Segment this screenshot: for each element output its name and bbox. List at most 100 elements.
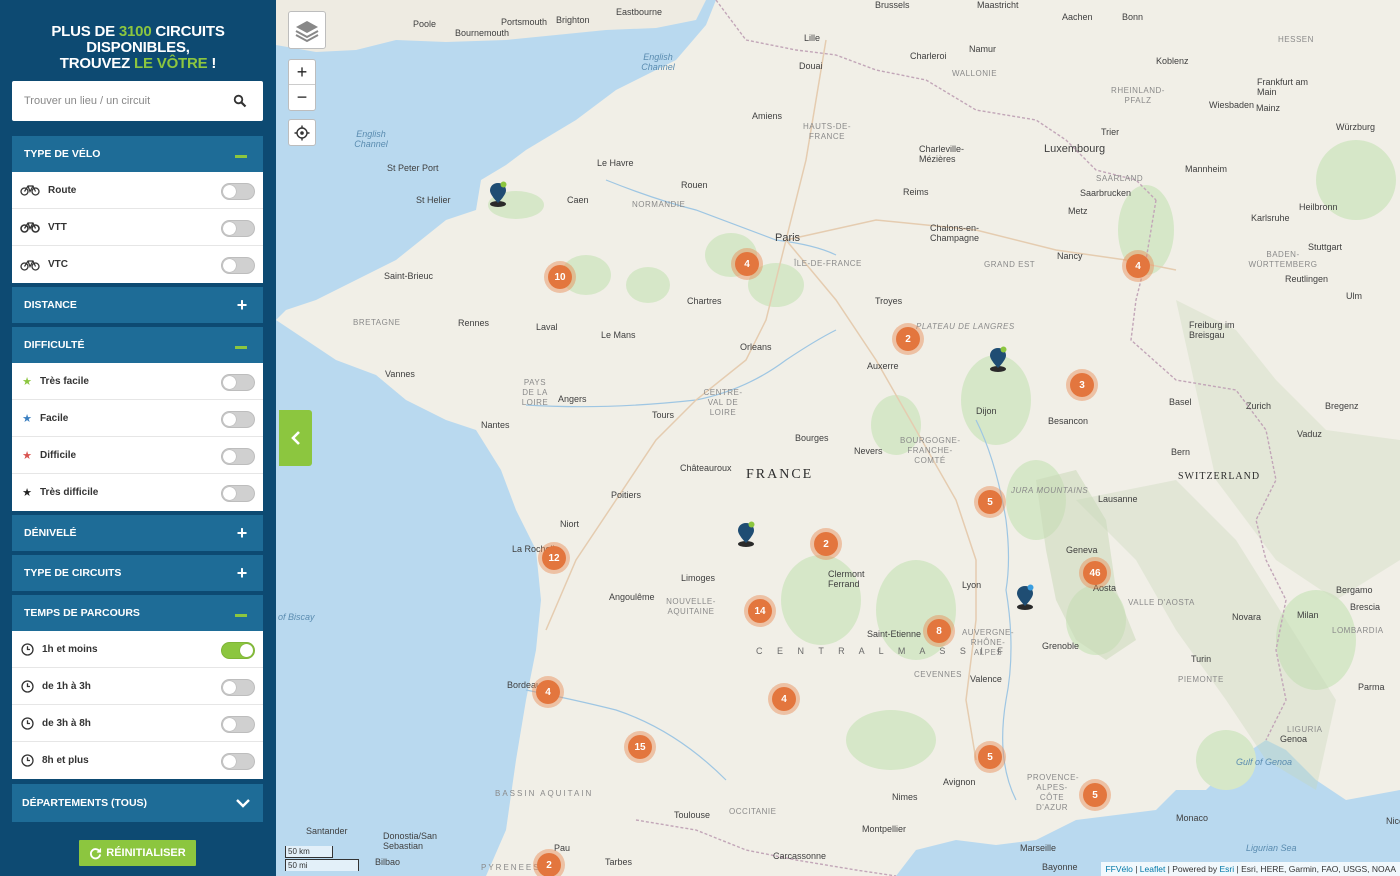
- filter-label: Très facile: [40, 375, 89, 387]
- search-icon[interactable]: [233, 94, 247, 108]
- sea-label: English Channel: [641, 52, 675, 72]
- cluster-marker[interactable]: 4: [768, 683, 800, 715]
- locate-button[interactable]: [288, 119, 316, 146]
- toggle-switch[interactable]: [221, 485, 255, 502]
- city-label: Luxembourg: [1044, 143, 1106, 155]
- map-view[interactable]: Brussels Maastricht Aachen Bonn Koblenz …: [276, 0, 1400, 876]
- toggle-switch[interactable]: [221, 257, 255, 274]
- section-header-departements[interactable]: DÉPARTEMENTS (TOUS): [12, 784, 263, 822]
- toggle-switch[interactable]: [221, 374, 255, 391]
- toggle-switch[interactable]: [221, 716, 255, 733]
- city-label: Eastbourne: [616, 7, 663, 17]
- bike-icon: [20, 183, 40, 197]
- cluster-marker[interactable]: 5: [1079, 779, 1111, 811]
- section-header-temps-parcours[interactable]: TEMPS DE PARCOURS: [12, 595, 263, 631]
- cluster-marker[interactable]: 4: [731, 248, 763, 280]
- zoom-in-button[interactable]: +: [289, 60, 315, 85]
- cluster-marker[interactable]: 14: [744, 595, 776, 627]
- zoom-out-button[interactable]: −: [289, 85, 315, 110]
- region-label: JURA MOUNTAINS: [1011, 486, 1089, 495]
- section-title: DIFFICULTÉ: [24, 339, 85, 351]
- collapse-minus-icon: [235, 614, 247, 617]
- cluster-marker[interactable]: 5: [974, 486, 1006, 518]
- filter-row-1h: 1h et moins: [12, 631, 263, 668]
- toggle-switch[interactable]: [221, 411, 255, 428]
- cluster-marker[interactable]: 2: [892, 323, 924, 355]
- cluster-marker[interactable]: 46: [1079, 557, 1111, 589]
- route-pin-icon[interactable]: [1014, 584, 1036, 610]
- city-label: Rouen: [681, 180, 708, 190]
- toggle-switch[interactable]: [221, 753, 255, 770]
- cluster-marker[interactable]: 4: [532, 676, 564, 708]
- city-label: Bilbao: [375, 857, 401, 867]
- toggle-switch[interactable]: [221, 448, 255, 465]
- layers-button[interactable]: [288, 11, 326, 49]
- cluster-marker[interactable]: 10: [544, 261, 576, 293]
- city-label: Troyes: [875, 296, 903, 306]
- region-label: BOURGOGNE-FRANCHE-COMTÉ: [900, 436, 961, 465]
- city-label: Carcassonne: [773, 851, 827, 861]
- section-header-denivele[interactable]: DÉNIVELÉ +: [12, 515, 263, 551]
- city-label: Limoges: [681, 573, 716, 583]
- route-pin-icon[interactable]: [735, 521, 757, 547]
- clock-icon: [20, 716, 34, 730]
- section-header-type-velo[interactable]: TYPE DE VÉLO: [12, 136, 263, 172]
- cluster-marker[interactable]: 3: [1066, 369, 1098, 401]
- cluster-count: 15: [628, 735, 652, 759]
- filter-row-tres-difficile: ★ Très difficile: [12, 474, 263, 511]
- cluster-count: 4: [735, 252, 759, 276]
- city-label: St Helier: [416, 195, 451, 205]
- cluster-marker[interactable]: 4: [1122, 250, 1154, 282]
- attribution-link[interactable]: Leaflet: [1140, 864, 1166, 874]
- cluster-marker[interactable]: 5: [974, 741, 1006, 773]
- city-label: Mannheim: [1185, 164, 1228, 174]
- attribution-link[interactable]: Esri: [1220, 864, 1235, 874]
- expand-plus-icon: +: [236, 563, 248, 583]
- city-label: Parma: [1358, 682, 1385, 692]
- city-label: Karlsruhe: [1251, 213, 1290, 223]
- region-label: NORMANDIE: [632, 200, 686, 209]
- region-label: PAYS DE LA LOIRE: [521, 378, 549, 407]
- section-header-type-circuits[interactable]: TYPE DE CIRCUITS +: [12, 555, 263, 591]
- section-header-distance[interactable]: DISTANCE +: [12, 287, 263, 323]
- filter-label: de 1h à 3h: [42, 680, 91, 692]
- attribution-text: | Powered by: [1165, 864, 1220, 874]
- toggle-switch[interactable]: [221, 220, 255, 237]
- cluster-marker[interactable]: 12: [538, 542, 570, 574]
- city-label: Vaduz: [1297, 429, 1322, 439]
- city-label: Bournemouth: [455, 28, 510, 38]
- star-icon: ★: [22, 449, 32, 462]
- toggle-switch[interactable]: [221, 679, 255, 696]
- bike-icon: [20, 220, 40, 234]
- region-label: C E N T R A L M A S S I F: [756, 646, 1009, 656]
- filter-row-difficile: ★ Difficile: [12, 437, 263, 474]
- region-label: OCCITANIE: [729, 807, 777, 816]
- region-label: HAUTS-DE-FRANCE: [802, 122, 852, 141]
- section-difficulte: DIFFICULTÉ ★ Très facile ★ Facile ★ Diff…: [12, 327, 263, 511]
- city-label: Brussels: [875, 0, 910, 10]
- search-input[interactable]: [12, 81, 222, 121]
- route-pin-icon[interactable]: [487, 181, 509, 207]
- sidebar-toggle-button[interactable]: [279, 410, 312, 466]
- city-label: Basel: [1169, 397, 1192, 407]
- toggle-switch[interactable]: [221, 183, 255, 200]
- city-label: Le Mans: [601, 330, 636, 340]
- city-label: Laval: [536, 322, 558, 332]
- filter-label: 8h et plus: [42, 755, 89, 766]
- cluster-marker[interactable]: 2: [810, 528, 842, 560]
- city-label: Lausanne: [1098, 494, 1138, 504]
- attribution-link[interactable]: FFVélo: [1105, 864, 1132, 874]
- cluster-marker[interactable]: 2: [533, 849, 565, 876]
- toggle-switch[interactable]: [221, 642, 255, 659]
- city-label: Besancon: [1048, 416, 1089, 426]
- section-header-difficulte[interactable]: DIFFICULTÉ: [12, 327, 263, 363]
- sidebar: PLUS DE 3100 CIRCUITS DISPONIBLES, TROUV…: [0, 0, 276, 876]
- collapse-minus-icon: [235, 155, 247, 158]
- cluster-marker[interactable]: 15: [624, 731, 656, 763]
- route-pin-icon[interactable]: [987, 346, 1009, 372]
- reset-button[interactable]: RÉINITIALISER: [79, 840, 196, 866]
- filter-label: de 3h à 8h: [42, 717, 91, 729]
- layers-icon: [295, 21, 319, 43]
- cluster-marker[interactable]: 8: [923, 615, 955, 647]
- city-label: Paris: [775, 232, 801, 244]
